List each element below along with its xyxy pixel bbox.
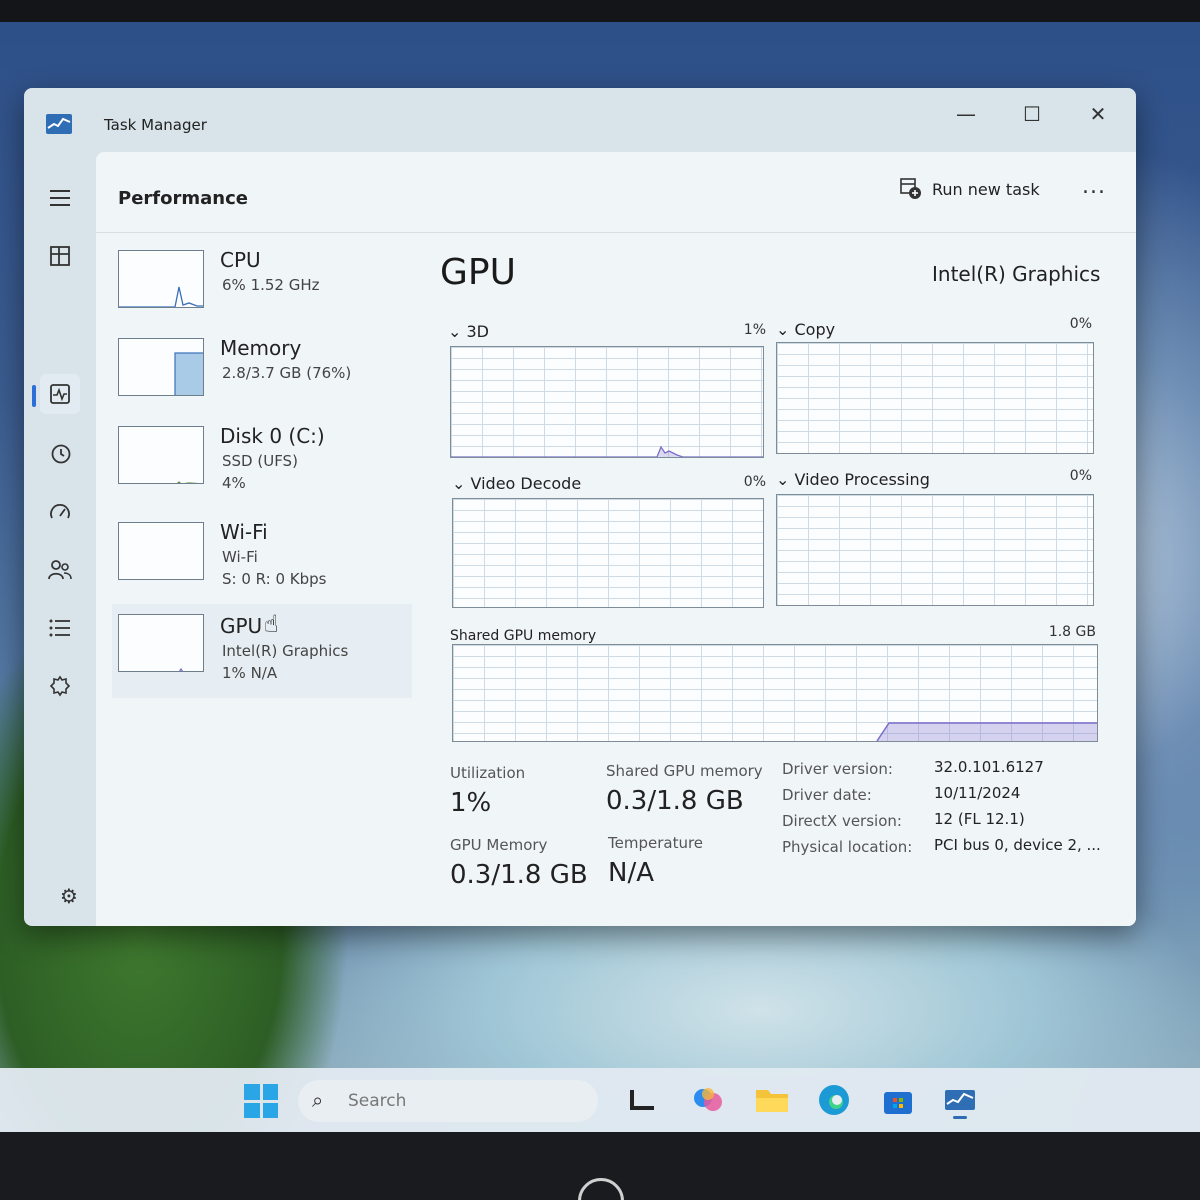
- engine-3d-label[interactable]: ⌄ 3D: [448, 322, 489, 341]
- driver-version-label: Driver version:: [782, 760, 893, 778]
- file-explorer-icon[interactable]: [752, 1080, 792, 1120]
- search-placeholder: Search: [348, 1091, 407, 1111]
- gpu-memory-label: GPU Memory: [450, 836, 548, 854]
- services-icon[interactable]: [40, 666, 80, 706]
- shared-memory-max: 1.8 GB: [1048, 624, 1096, 640]
- engine-video-processing-graph: [776, 494, 1094, 606]
- close-button[interactable]: ✕: [1070, 94, 1126, 134]
- shared-memory-graph-label: Shared GPU memory: [450, 628, 597, 644]
- device-detail: 1% N/A: [222, 664, 278, 682]
- taskbar-search[interactable]: ⌕ Search: [298, 1080, 598, 1122]
- task-view-icon[interactable]: [622, 1080, 662, 1120]
- app-title: Task Manager: [104, 116, 207, 134]
- disk-thumbnail: [118, 426, 204, 484]
- wifi-thumbnail: [118, 522, 204, 580]
- sidebar-nav: [24, 168, 94, 926]
- run-task-icon: [900, 178, 921, 199]
- device-gpu[interactable]: GPU Intel(R) Graphics 1% N/A ☝: [112, 604, 412, 698]
- temperature-label: Temperature: [608, 834, 704, 852]
- engine-label-text: Video Processing: [794, 470, 930, 489]
- device-name: CPU: [220, 248, 261, 272]
- driver-date-value: 10/11/2024: [934, 784, 1021, 802]
- engine-label-text: 3D: [466, 322, 490, 341]
- maximize-button[interactable]: ☐: [1004, 94, 1060, 134]
- device-detail: S: 0 R: 0 Kbps: [222, 570, 327, 588]
- users-icon[interactable]: [40, 550, 80, 590]
- engine-video-processing-label[interactable]: ⌄ Video Processing: [776, 470, 930, 489]
- engine-video-processing-pct: 0%: [1069, 468, 1092, 484]
- cpu-thumbnail: [118, 250, 204, 308]
- engine-3d-graph: [450, 346, 764, 458]
- title-bar[interactable]: Task Manager — ☐ ✕: [24, 88, 1136, 158]
- hamburger-menu-icon[interactable]: [40, 178, 80, 218]
- engine-copy-pct: 0%: [1069, 316, 1092, 332]
- shared-memory-graph: [452, 644, 1098, 742]
- search-icon: ⌕: [312, 1088, 324, 1112]
- performance-icon[interactable]: [40, 374, 80, 414]
- engine-video-decode-pct: 0%: [743, 474, 766, 490]
- device-detail: Intel(R) Graphics: [222, 642, 349, 660]
- device-detail: Wi-Fi: [222, 548, 258, 566]
- device-list: CPU 6% 1.52 GHz Memory 2.8/3.7 GB (76%) …: [112, 244, 412, 714]
- device-disk[interactable]: Disk 0 (C:) SSD (UFS) 4%: [112, 420, 412, 500]
- utilization-label: Utilization: [450, 764, 526, 782]
- physical-location-label: Physical location:: [782, 838, 913, 856]
- task-manager-window: Task Manager — ☐ ✕ ⚙ Performance Run new…: [24, 88, 1136, 926]
- windows-start-icon[interactable]: [244, 1084, 278, 1118]
- device-name: Wi-Fi: [220, 520, 268, 544]
- run-new-task-button[interactable]: Run new task: [900, 178, 1040, 200]
- settings-gear-icon[interactable]: ⚙: [60, 884, 78, 908]
- engine-video-decode-graph: [452, 498, 764, 608]
- task-manager-taskbar-icon[interactable]: [940, 1080, 980, 1120]
- device-wifi[interactable]: Wi-Fi Wi-Fi S: 0 R: 0 Kbps: [112, 516, 412, 596]
- gpu-thumbnail: [118, 614, 204, 672]
- memory-thumbnail: [118, 338, 204, 396]
- active-indicator: [32, 385, 36, 407]
- more-options-button[interactable]: ...: [1082, 174, 1106, 199]
- copilot-icon[interactable]: [688, 1080, 728, 1120]
- gpu-model: Intel(R) Graphics: [932, 262, 1101, 286]
- device-detail: 2.8/3.7 GB (76%): [222, 364, 352, 382]
- engine-copy-label[interactable]: ⌄ Copy: [776, 320, 835, 339]
- device-memory[interactable]: Memory 2.8/3.7 GB (76%): [112, 332, 412, 412]
- processes-icon[interactable]: [40, 236, 80, 276]
- run-new-task-label: Run new task: [932, 179, 1040, 199]
- shared-memory-label: Shared GPU memory: [606, 762, 763, 780]
- utilization-value: 1%: [450, 788, 492, 818]
- device-name: Memory: [220, 336, 302, 360]
- edge-browser-icon[interactable]: [814, 1080, 854, 1120]
- startup-apps-icon[interactable]: [40, 492, 80, 532]
- driver-date-label: Driver date:: [782, 786, 872, 804]
- device-name: Disk 0 (C:): [220, 424, 325, 448]
- engine-label-text: Copy: [794, 320, 836, 339]
- engine-label-text: Video Decode: [470, 474, 582, 493]
- hand-cursor-icon: ☝: [264, 610, 279, 638]
- taskbar: ⌕ Search: [0, 1068, 1200, 1134]
- page-title: Performance: [118, 188, 248, 209]
- app-history-icon[interactable]: [40, 434, 80, 474]
- minimize-button[interactable]: —: [938, 94, 994, 134]
- task-manager-icon: [46, 114, 72, 134]
- temperature-value: N/A: [608, 858, 654, 888]
- device-detail: 4%: [222, 474, 246, 492]
- directx-version-label: DirectX version:: [782, 812, 902, 830]
- laptop-bezel-top: [0, 0, 1200, 22]
- device-cpu[interactable]: CPU 6% 1.52 GHz: [112, 244, 412, 324]
- gpu-heading: GPU: [440, 252, 516, 293]
- driver-version-value: 32.0.101.6127: [934, 758, 1044, 776]
- main-content: Performance Run new task ... CPU 6% 1.52…: [96, 152, 1136, 926]
- physical-location-value: PCI bus 0, device 2, ...: [934, 836, 1101, 854]
- shared-memory-value: 0.3/1.8 GB: [606, 786, 744, 816]
- device-detail: SSD (UFS): [222, 452, 298, 470]
- directx-version-value: 12 (FL 12.1): [934, 810, 1025, 828]
- microsoft-store-icon[interactable]: [878, 1080, 918, 1120]
- engine-video-decode-label[interactable]: ⌄ Video Decode: [452, 474, 581, 493]
- device-detail: 6% 1.52 GHz: [222, 276, 320, 294]
- gpu-memory-value: 0.3/1.8 GB: [450, 860, 588, 890]
- content-header: Performance Run new task ...: [96, 152, 1136, 233]
- details-icon[interactable]: [40, 608, 80, 648]
- device-name: GPU: [220, 614, 263, 638]
- engine-3d-pct: 1%: [743, 322, 766, 338]
- engine-copy-graph: [776, 342, 1094, 454]
